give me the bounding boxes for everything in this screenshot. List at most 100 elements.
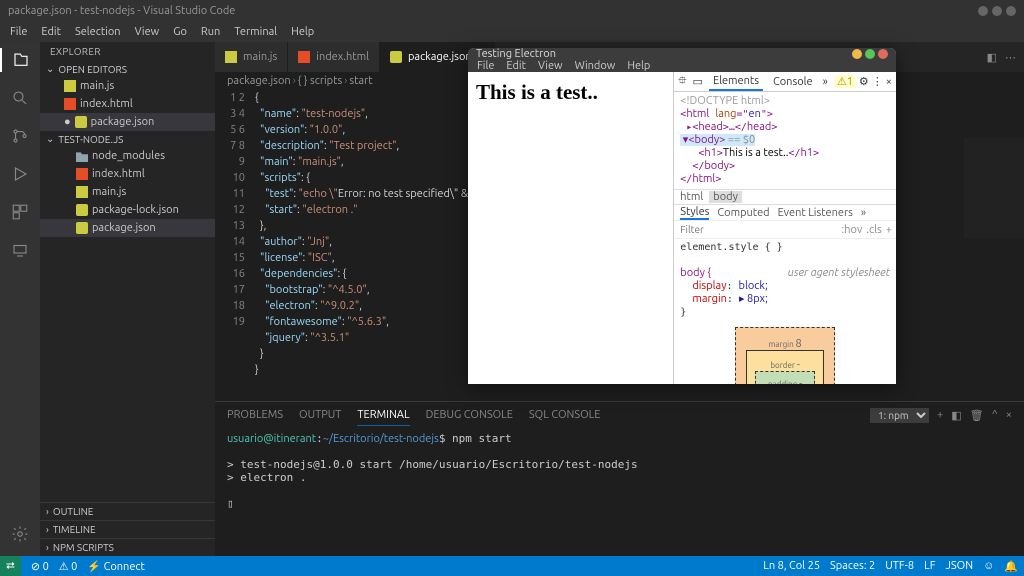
extensions-icon[interactable] [8, 200, 32, 224]
close-panel-icon[interactable]: × [1006, 409, 1012, 421]
devtools-close-icon[interactable]: × [886, 76, 892, 88]
notifications-icon[interactable]: 🔔 [1004, 560, 1018, 573]
devtools-tabs: ⯐ ▭ Elements Console » ⚠1 ⚙ ⋮ × [674, 72, 896, 92]
crumb-body[interactable]: body [709, 191, 742, 203]
menu-file[interactable]: File [4, 24, 33, 40]
project-section[interactable]: TEST-NODE.JS [40, 131, 215, 147]
panel-tab-sql-console[interactable]: SQL CONSOLE [529, 405, 601, 425]
file-item[interactable]: index.html [40, 165, 215, 183]
devtools-settings-icon[interactable]: ⚙ [859, 75, 869, 88]
styles-pane[interactable]: element.style { }body {user agent styles… [674, 239, 896, 321]
feedback-icon[interactable]: ☺ [983, 560, 994, 573]
menu-go[interactable]: Go [167, 24, 193, 40]
styles-filter-row: :hov .cls + [674, 221, 896, 239]
electron-close-icon[interactable] [878, 49, 888, 59]
split-terminal-icon[interactable]: ◧ [951, 409, 961, 422]
electron-menu-view[interactable]: View [533, 60, 568, 72]
device-icon[interactable]: ▭ [693, 75, 703, 88]
styles-tabs: Styles Computed Event Listeners » [674, 205, 896, 221]
cursor-position[interactable]: Ln 8, Col 25 [763, 560, 820, 573]
section-npm scripts[interactable]: NPM SCRIPTS [40, 538, 215, 556]
minimize-icon[interactable] [978, 6, 988, 16]
file-item[interactable]: main.js [40, 183, 215, 201]
tab-more[interactable]: » [861, 207, 866, 219]
more-tabs-icon[interactable]: » [823, 76, 828, 88]
open-editor-item[interactable]: ● package.json [40, 113, 215, 131]
indent-status[interactable]: Spaces: 2 [830, 560, 875, 573]
more-actions-icon[interactable]: ⋯ [1005, 51, 1016, 64]
minimap[interactable] [964, 138, 1024, 238]
kill-terminal-icon[interactable]: 🗑 [970, 409, 984, 422]
error-count[interactable]: ⊘ 0 [31, 560, 49, 573]
menu-terminal[interactable]: Terminal [228, 24, 283, 40]
editor-tab[interactable]: index.html [288, 42, 380, 72]
elements-breadcrumb[interactable]: html body [674, 189, 896, 205]
new-style-icon[interactable]: + [886, 224, 892, 236]
hov-toggle[interactable]: :hov [842, 224, 863, 236]
devtools-menu-icon[interactable]: ⋮ [872, 75, 883, 88]
menu-view[interactable]: View [129, 24, 166, 40]
maximize-panel-icon[interactable]: ^ [992, 409, 998, 421]
breadcrumb-item[interactable]: package.json [227, 75, 291, 87]
electron-menu-window[interactable]: Window [570, 60, 621, 72]
remote-indicator[interactable]: ⮂ [0, 556, 21, 576]
tab-event-listeners[interactable]: Event Listeners [778, 207, 853, 219]
section-timeline[interactable]: TIMELINE [40, 520, 215, 538]
split-editor-icon[interactable]: ◧ [987, 51, 997, 64]
editor-tab[interactable]: main.js [215, 42, 288, 72]
open-editor-item[interactable]: index.html [40, 95, 215, 113]
styles-filter-input[interactable] [674, 221, 837, 238]
elements-tree[interactable]: <!DOCTYPE html><html lang="en"> ▸<head>…… [674, 92, 896, 189]
warning-badge[interactable]: ⚠1 [834, 75, 856, 88]
file-item[interactable]: node_modules [40, 147, 215, 165]
tab-elements[interactable]: Elements [709, 73, 763, 91]
inspect-icon[interactable]: ⯐ [678, 72, 686, 91]
menu-selection[interactable]: Selection [69, 24, 127, 40]
electron-menu-file[interactable]: File [472, 60, 499, 72]
cls-toggle[interactable]: .cls [866, 224, 881, 236]
panel-tab-output[interactable]: OUTPUT [299, 405, 341, 425]
settings-gear-icon[interactable] [8, 522, 32, 546]
encoding-status[interactable]: UTF-8 [885, 560, 914, 573]
menu-edit[interactable]: Edit [35, 24, 67, 40]
terminal-select[interactable]: 1: npm [870, 408, 929, 423]
tab-computed[interactable]: Computed [717, 207, 769, 219]
sidebar: EXPLORER OPEN EDITORS main.js index.html… [40, 42, 215, 556]
panel-tab-debug-console[interactable]: DEBUG CONSOLE [426, 405, 513, 425]
menu-run[interactable]: Run [195, 24, 226, 40]
file-item[interactable]: package.json [40, 219, 215, 237]
electron-viewport[interactable]: This is a test.. [468, 72, 673, 384]
panel-tab-problems[interactable]: PROBLEMS [227, 405, 283, 425]
bottom-panel: PROBLEMS OUTPUT TERMINAL DEBUG CONSOLE SQL C… [215, 401, 1024, 556]
tab-console[interactable]: Console [769, 74, 817, 90]
warning-count[interactable]: ⚠ 0 [59, 560, 78, 573]
explorer-icon[interactable] [0, 48, 40, 72]
panel-tab-terminal[interactable]: TERMINAL [357, 405, 409, 426]
open-editor-item[interactable]: main.js [40, 77, 215, 95]
terminal[interactable]: usuario@itinerant:~/Escritorio/test-node… [215, 428, 1024, 556]
electron-menu-help[interactable]: Help [622, 60, 655, 72]
run-debug-icon[interactable] [8, 162, 32, 186]
close-icon[interactable] [1006, 6, 1016, 16]
source-control-icon[interactable] [8, 124, 32, 148]
search-icon[interactable] [8, 86, 32, 110]
electron-minimize-icon[interactable] [852, 49, 862, 59]
language-status[interactable]: JSON [945, 560, 973, 573]
menu-help[interactable]: Help [285, 24, 320, 40]
file-item[interactable]: package-lock.json [40, 201, 215, 219]
eol-status[interactable]: LF [924, 560, 935, 573]
breadcrumb-item[interactable]: start [349, 75, 372, 87]
electron-maximize-icon[interactable] [865, 49, 875, 59]
section-outline[interactable]: OUTLINE [40, 502, 215, 520]
new-terminal-icon[interactable]: + [937, 409, 943, 421]
connect-button[interactable]: ⚡ Connect [87, 560, 144, 573]
crumb-html[interactable]: html [680, 191, 703, 203]
open-editors-section[interactable]: OPEN EDITORS [40, 61, 215, 77]
electron-menu-edit[interactable]: Edit [501, 60, 531, 72]
breadcrumb-item[interactable]: { } scripts [298, 75, 342, 87]
devtools: ⯐ ▭ Elements Console » ⚠1 ⚙ ⋮ × <!DOCTYP… [673, 72, 896, 384]
maximize-icon[interactable] [992, 6, 1002, 16]
tab-styles[interactable]: Styles [680, 206, 709, 220]
menubar: FileEditSelectionViewGoRunTerminalHelp [0, 22, 1024, 42]
remote-icon[interactable] [8, 238, 32, 262]
